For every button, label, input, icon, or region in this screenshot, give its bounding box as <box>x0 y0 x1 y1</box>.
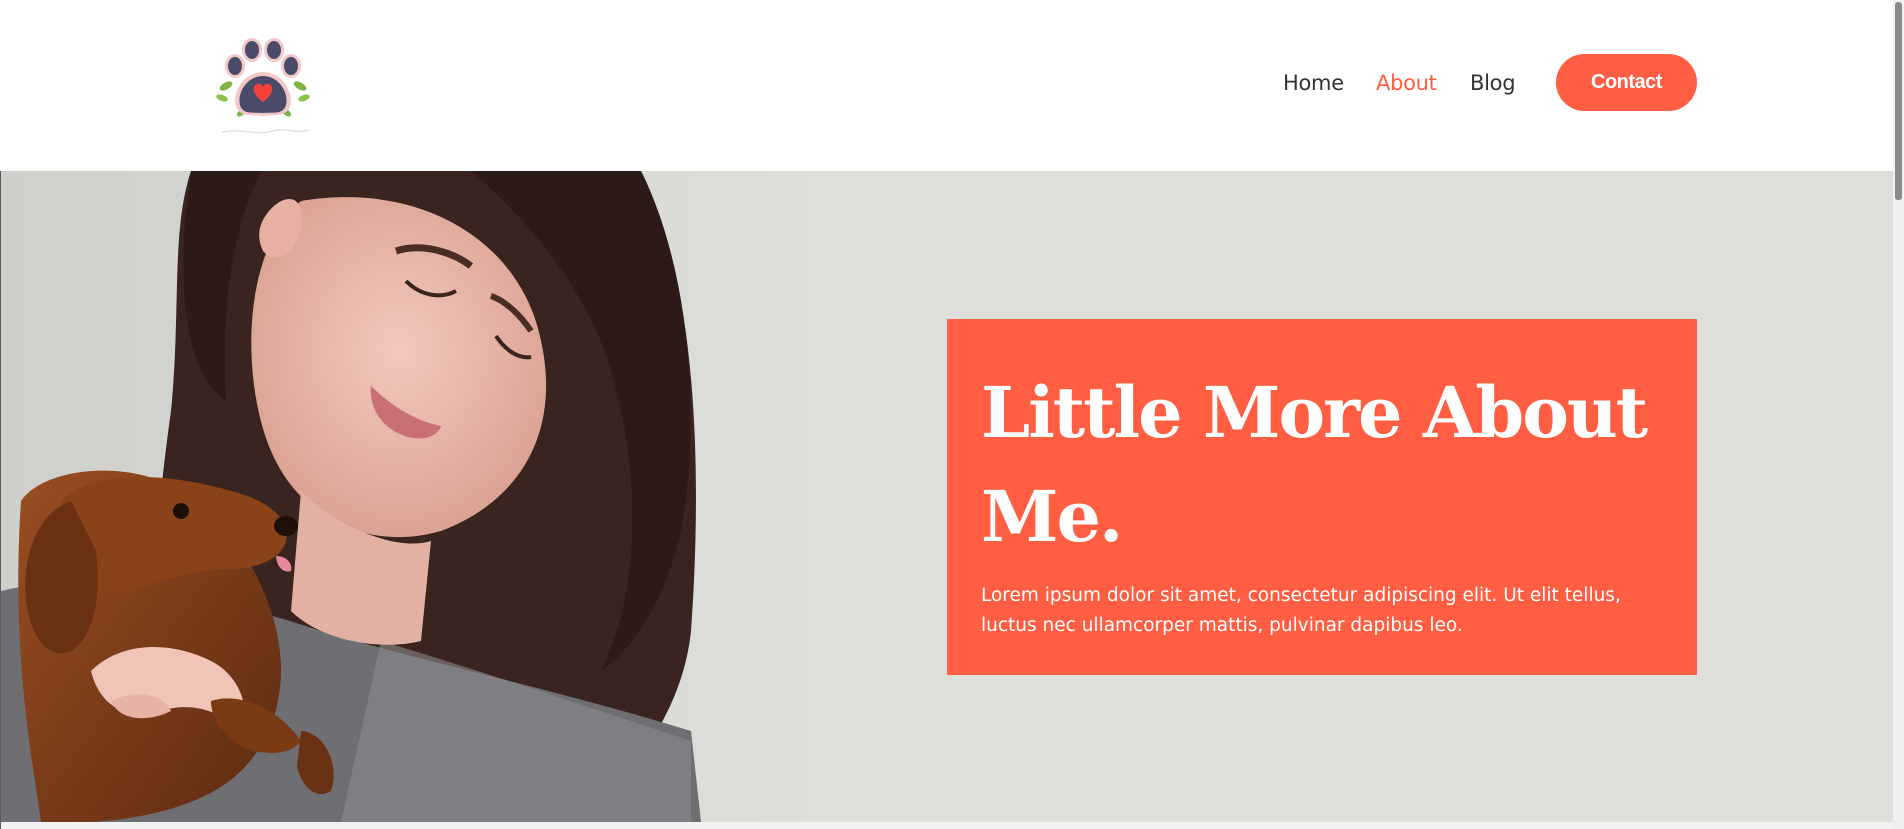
section-divider <box>1 822 1893 829</box>
nav-about-link[interactable]: About <box>1376 71 1437 95</box>
about-hero: Little More About Me. Lorem ipsum dolor … <box>1 171 1893 822</box>
woman-hugging-dachshund-photo <box>1 171 841 822</box>
page-title: Little More About Me. <box>981 371 1648 558</box>
site-header: Home About Blog Contact <box>0 0 1893 171</box>
about-card: Little More About Me. Lorem ipsum dolor … <box>947 319 1697 675</box>
nav-blog-link[interactable]: Blog <box>1470 71 1516 95</box>
hero-description: Lorem ipsum dolor sit amet, consectetur … <box>981 585 1621 636</box>
paw-heart-logo-icon <box>216 38 310 134</box>
scrollbar-thumb[interactable] <box>1895 2 1902 200</box>
nav-home-link[interactable]: Home <box>1283 71 1344 95</box>
contact-button[interactable]: Contact <box>1556 54 1697 111</box>
site-logo[interactable] <box>212 36 316 142</box>
page-scrollbar[interactable] <box>1893 0 1904 829</box>
